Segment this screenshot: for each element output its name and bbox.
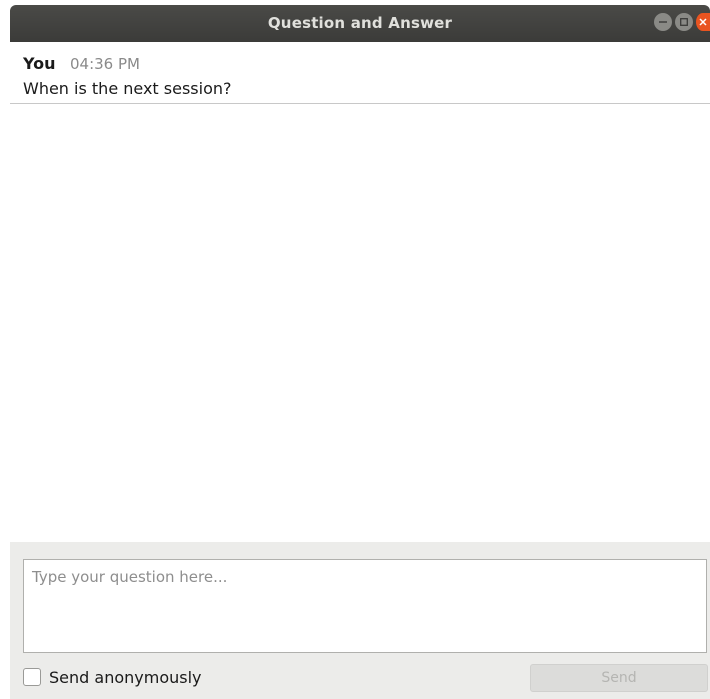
compose-area: Send anonymously Send — [10, 542, 710, 699]
question-input[interactable] — [23, 559, 707, 653]
message-list: You 04:36 PM When is the next session? — [10, 42, 710, 542]
window-controls — [654, 13, 710, 33]
window-title: Question and Answer — [267, 14, 453, 32]
message-text: When is the next session? — [23, 79, 232, 98]
qa-window: Question and Answer You 04:36 PM When is… — [0, 0, 710, 699]
send-button[interactable]: Send — [530, 664, 708, 692]
minimize-icon[interactable] — [654, 13, 672, 31]
anonymous-checkbox[interactable] — [23, 668, 41, 686]
message-author: You — [23, 54, 56, 73]
message-item: You 04:36 PM When is the next session? — [10, 42, 710, 104]
maximize-icon[interactable] — [675, 13, 693, 31]
title-bar[interactable]: Question and Answer — [10, 5, 710, 42]
close-icon[interactable] — [696, 13, 710, 31]
anonymous-option[interactable]: Send anonymously — [23, 666, 202, 688]
message-time: 04:36 PM — [70, 55, 140, 73]
anonymous-label[interactable]: Send anonymously — [49, 668, 202, 687]
